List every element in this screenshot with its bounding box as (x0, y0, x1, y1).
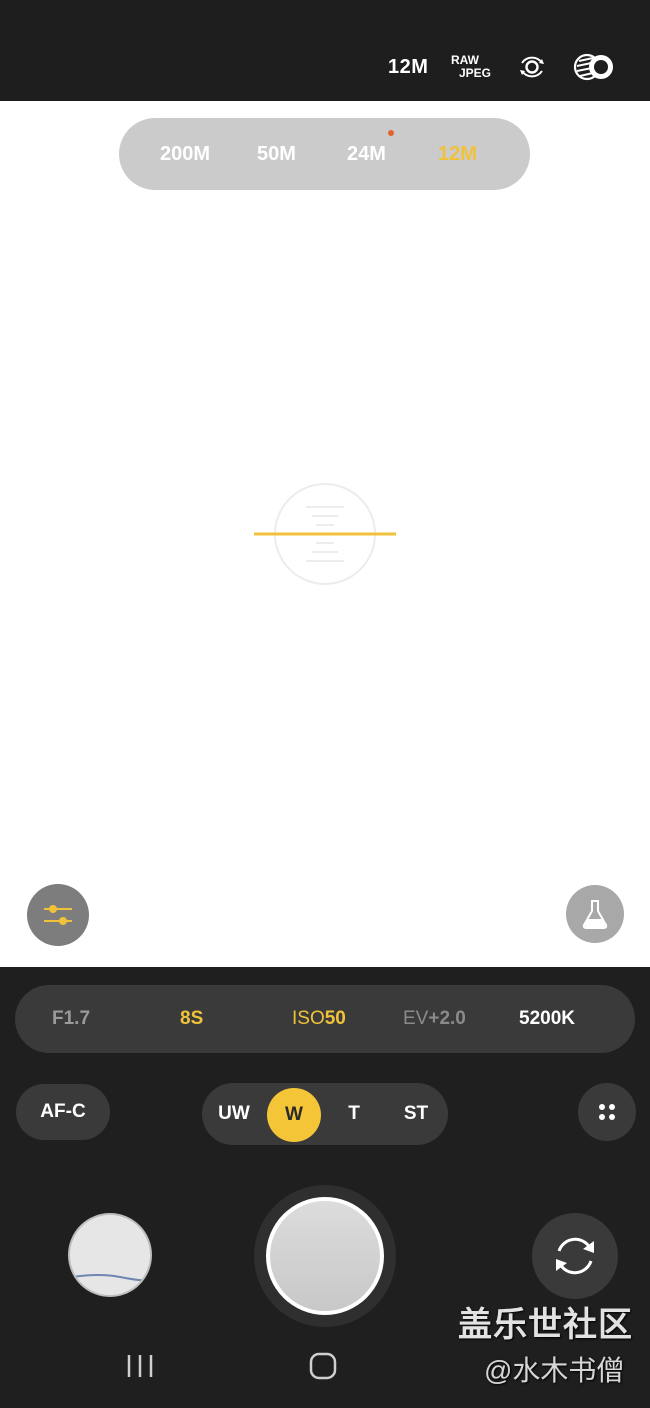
lens-option-uw[interactable]: UW (212, 1083, 256, 1145)
lens-switch-icon[interactable] (516, 51, 548, 83)
lab-button[interactable] (566, 885, 624, 943)
resolution-option-200m[interactable]: 200M (160, 143, 210, 166)
new-indicator-dot (388, 130, 394, 136)
control-panel: F1.7 8S ISO50 EV+2.0 5200K AF-C UW W T S… (0, 967, 650, 1408)
four-dots-icon (599, 1104, 615, 1120)
format-raw-label: RAW (451, 53, 479, 67)
level-icon (254, 483, 396, 585)
resolution-selector: 200M 50M 24M 12M (119, 118, 530, 190)
lens-option-st[interactable]: ST (398, 1083, 434, 1145)
file-format-toggle[interactable]: RAW JPEG (451, 54, 491, 80)
recent-apps-icon[interactable] (126, 1349, 156, 1383)
watermark-community: 盖乐世社区 (458, 1306, 633, 1344)
switch-camera-button[interactable] (532, 1213, 618, 1299)
iso-label: ISO (292, 1008, 325, 1029)
resolution-option-24m[interactable]: 24M (347, 143, 386, 166)
exposure-params-bar: F1.7 8S ISO50 EV+2.0 5200K (15, 985, 635, 1053)
shutter-speed-value[interactable]: 8S (180, 1008, 203, 1030)
watermark-author: @水木书僧 (484, 1355, 625, 1386)
shutter-button[interactable] (254, 1185, 396, 1327)
ev-control[interactable]: EV+2.0 (403, 1008, 466, 1030)
filter-icon[interactable] (572, 51, 616, 83)
white-balance-value[interactable]: 5200K (519, 1008, 575, 1030)
thumbnail-preview-image (71, 1274, 150, 1282)
resolution-option-50m[interactable]: 50M (257, 143, 296, 166)
adjust-sliders-icon (44, 905, 72, 925)
home-icon[interactable] (308, 1349, 338, 1383)
iso-value: 50 (324, 1008, 346, 1029)
shutter-core (270, 1201, 380, 1311)
adjust-button[interactable] (27, 884, 89, 946)
ev-label: EV (403, 1008, 429, 1029)
shutter-ring (266, 1197, 384, 1315)
aperture-value[interactable]: F1.7 (52, 1008, 90, 1030)
ev-value: +2.0 (428, 1008, 466, 1029)
top-bar: 12M RAW JPEG (0, 0, 650, 101)
lens-option-t[interactable]: T (340, 1083, 368, 1145)
lab-flask-icon (582, 900, 608, 929)
lens-selector: UW W T ST (202, 1083, 448, 1145)
camera-flip-icon (556, 1237, 594, 1275)
more-options-button[interactable] (578, 1083, 636, 1141)
iso-control[interactable]: ISO50 (292, 1008, 346, 1030)
focus-mode-button[interactable]: AF-C (16, 1084, 110, 1140)
lens-option-w[interactable]: W (267, 1088, 321, 1142)
resolution-indicator[interactable]: 12M (388, 56, 428, 79)
resolution-option-12m[interactable]: 12M (438, 143, 477, 166)
format-jpeg-label: JPEG (459, 66, 492, 80)
gallery-thumbnail[interactable] (68, 1213, 152, 1297)
